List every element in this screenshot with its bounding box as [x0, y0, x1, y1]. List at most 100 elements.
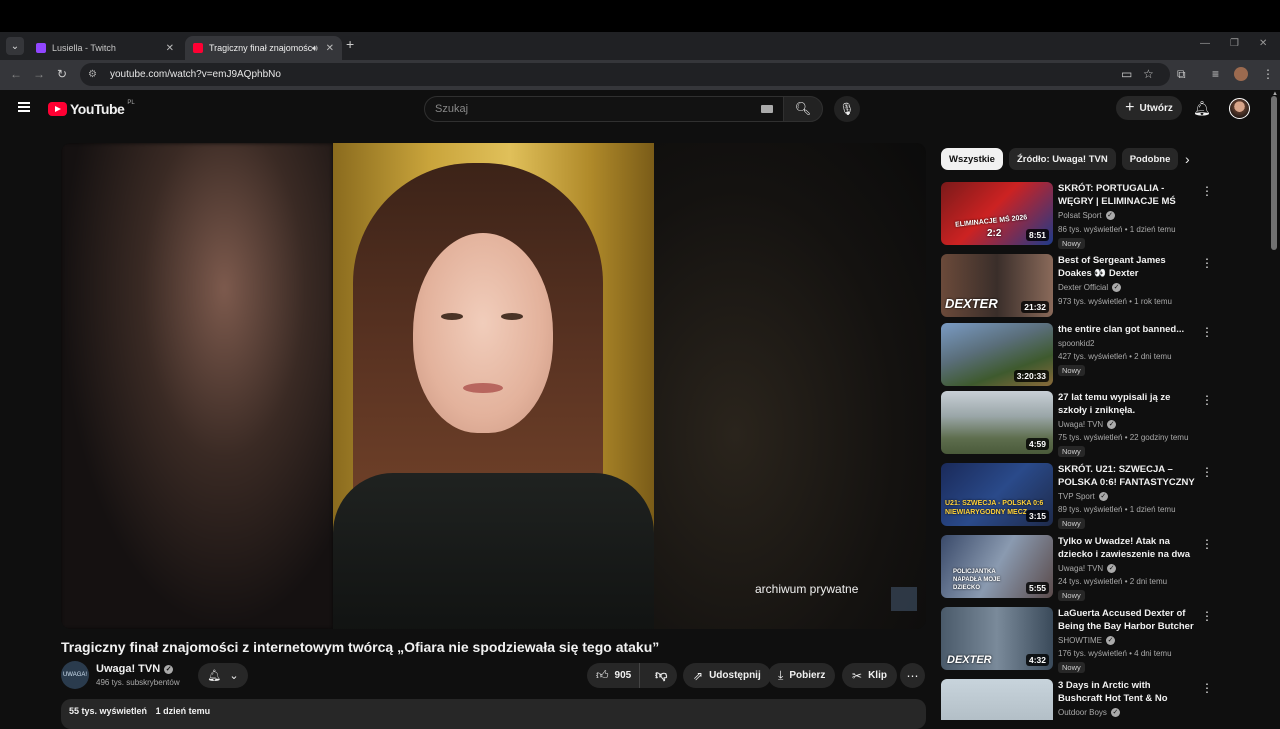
- recommendation-item[interactable]: DEXTER 21:32 Best of Sergeant James Doak…: [941, 254, 1213, 318]
- duration-badge: 5:55: [1025, 582, 1049, 594]
- description-box[interactable]: 55 tys. wyświetleń 1 dzień temu: [61, 699, 926, 729]
- new-tab-button[interactable]: +: [346, 36, 354, 52]
- channel-name[interactable]: Uwaga! TVN ✓: [96, 663, 174, 675]
- clip-label: Klip: [868, 670, 887, 681]
- speaker-icon[interactable]: 🔊︎: [312, 43, 318, 54]
- share-label: Udostępnij: [709, 670, 761, 681]
- browser-tab-youtube[interactable]: Tragiczny finał znajomości z 🔊︎ ✕: [185, 36, 342, 60]
- new-badge: Nowy: [1058, 590, 1085, 601]
- cast-icon[interactable]: ▭: [1121, 67, 1132, 81]
- create-button[interactable]: + Utwórz: [1116, 96, 1182, 120]
- recommendation-title: 27 lat temu wypisali ją ze szkoły i znik…: [1058, 392, 1171, 416]
- recommendation-item[interactable]: U21: SZWECJA - POLSKA 0:6 NIEWIARYGODNY …: [941, 463, 1213, 529]
- duration-badge: 3:20:33: [1013, 370, 1049, 382]
- video-thumbnail[interactable]: 4:59: [941, 391, 1053, 454]
- keyboard-icon[interactable]: [761, 105, 773, 113]
- recommendation-meta: 89 tys. wyświetleń • 1 dzień temu: [1058, 505, 1176, 514]
- recommendation-title: 3 Days in Arctic with Bushcraft Hot Tent…: [1058, 680, 1168, 704]
- extensions-icon[interactable]: ⧉: [1177, 67, 1186, 82]
- recommendation-item[interactable]: 3:20:33 the entire clan got banned... sp…: [941, 323, 1213, 387]
- page-scrollbar-thumb[interactable]: [1271, 96, 1277, 250]
- new-badge: Nowy: [1058, 365, 1085, 376]
- site-settings-icon[interactable]: ⚙: [88, 69, 100, 81]
- browser-tab-twitch[interactable]: Lusiella - Twitch ✕: [28, 36, 182, 60]
- recommendation-title: LaGuerta Accused Dexter of Being the Bay…: [1058, 608, 1194, 632]
- recommendation-item[interactable]: DEXTER 4:32 LaGuerta Accused Dexter of B…: [941, 607, 1213, 673]
- more-vert-icon[interactable]: ⋮: [1201, 184, 1213, 198]
- recommendation-item[interactable]: 3 Days in Arctic with Bushcraft Hot Tent…: [941, 679, 1211, 720]
- video-blurred-background-left: [61, 143, 333, 629]
- filter-chips: Wszystkie Źródło: Uwaga! TVN Podobne: [941, 148, 1179, 170]
- back-icon[interactable]: ←: [10, 67, 22, 81]
- subscription-bell-button[interactable]: 🔔︎ ⌄: [198, 663, 248, 688]
- media-control-icon[interactable]: ≡: [1212, 67, 1219, 81]
- recommendation-channel: TVP Sport ✓: [1058, 492, 1108, 501]
- search-button[interactable]: 🔍︎: [783, 96, 823, 122]
- video-thumbnail[interactable]: POLICJANTKA NAPADŁA MOJE DZIECKO 5:55: [941, 535, 1053, 598]
- recommendation-channel: Polsat Sport ✓: [1058, 211, 1115, 220]
- url-text: youtube.com/watch?v=emJ9AQphbNo: [110, 69, 281, 80]
- recommendation-channel: SHOWTIME ✓: [1058, 636, 1115, 645]
- youtube-logo[interactable]: YouTube PL: [48, 100, 135, 117]
- chip-all[interactable]: Wszystkie: [941, 148, 1003, 170]
- recommendation-item[interactable]: POLICJANTKA NAPADŁA MOJE DZIECKO 5:55 Ty…: [941, 535, 1213, 601]
- tab-title: Lusiella - Twitch: [52, 43, 116, 53]
- verified-icon: ✓: [1112, 283, 1122, 292]
- like-button[interactable]: 👍︎ 905: [587, 663, 640, 688]
- video-player[interactable]: archiwum prywatne: [61, 143, 926, 629]
- profile-avatar[interactable]: [1234, 67, 1248, 81]
- share-button[interactable]: ⇗ Udostępnij: [683, 663, 771, 688]
- tab-title: Tragiczny finał znajomości z: [209, 43, 312, 53]
- bookmark-star-icon[interactable]: ☆: [1143, 67, 1154, 81]
- video-thumbnail[interactable]: U21: SZWECJA - POLSKA 0:6 NIEWIARYGODNY …: [941, 463, 1053, 526]
- create-label: Utwórz: [1139, 102, 1173, 114]
- close-tab-icon[interactable]: ✕: [166, 43, 174, 54]
- view-count: 55 tys. wyświetleń: [69, 706, 148, 716]
- forward-icon[interactable]: →: [33, 67, 45, 81]
- video-thumbnail[interactable]: DEXTER 21:32: [941, 254, 1053, 317]
- more-vert-icon[interactable]: ⋮: [1201, 325, 1213, 339]
- url-field[interactable]: ⚙ youtube.com/watch?v=emJ9AQphbNo: [80, 63, 1170, 86]
- video-thumbnail[interactable]: DEXTER 4:32: [941, 607, 1053, 670]
- dislike-button[interactable]: 👎︎: [646, 663, 677, 688]
- verified-icon: ✓: [1098, 492, 1108, 501]
- video-thumbnail[interactable]: [941, 679, 1053, 720]
- menu-icon[interactable]: [18, 102, 30, 112]
- restore-icon[interactable]: ❐: [1230, 38, 1239, 49]
- recommendation-item[interactable]: 4:59 27 lat temu wypisali ją ze szkoły i…: [941, 391, 1213, 457]
- plus-icon: +: [1125, 99, 1135, 116]
- verified-icon: ✓: [1107, 420, 1117, 429]
- chevron-right-icon[interactable]: ›: [1185, 151, 1190, 167]
- duration-badge: 4:32: [1025, 654, 1049, 666]
- close-tab-icon[interactable]: ✕: [326, 43, 334, 54]
- tab-search-button[interactable]: ⌄: [6, 37, 24, 55]
- voice-search-button[interactable]: 🎙︎: [834, 96, 860, 122]
- duration-badge: 4:59: [1025, 438, 1049, 450]
- more-vert-icon[interactable]: ⋮: [1201, 393, 1213, 407]
- more-vert-icon[interactable]: ⋮: [1201, 465, 1213, 479]
- video-thumbnail[interactable]: ELIMINACJE MŚ 2026 2:2 8:51: [941, 182, 1053, 245]
- more-vert-icon[interactable]: ⋮: [1201, 609, 1213, 623]
- video-thumbnail[interactable]: 3:20:33: [941, 323, 1053, 386]
- account-avatar[interactable]: [1229, 98, 1250, 119]
- notifications-bell-icon[interactable]: 🔔︎: [1193, 100, 1211, 117]
- download-button[interactable]: ⤓ Pobierz: [768, 663, 836, 688]
- chip-related[interactable]: Podobne: [1121, 148, 1179, 170]
- reload-icon[interactable]: ↻: [57, 67, 67, 81]
- new-badge: Nowy: [1058, 662, 1085, 673]
- recommendation-item[interactable]: ELIMINACJE MŚ 2026 2:2 8:51 SKRÓT: PORTU…: [941, 182, 1213, 249]
- minimize-icon[interactable]: —: [1200, 38, 1210, 49]
- duration-badge: 21:32: [1021, 301, 1049, 313]
- channel-watermark[interactable]: [891, 587, 917, 611]
- close-window-icon[interactable]: ✕: [1259, 38, 1267, 49]
- browser-menu-icon[interactable]: ⋮: [1262, 67, 1274, 81]
- search-input[interactable]: Szukaj: [424, 96, 784, 122]
- more-actions-button[interactable]: ⋯: [900, 663, 925, 688]
- chip-source[interactable]: Źródło: Uwaga! TVN: [1008, 148, 1116, 170]
- more-vert-icon[interactable]: ⋮: [1201, 537, 1213, 551]
- channel-avatar[interactable]: UWAGA!: [61, 661, 89, 689]
- new-badge: Nowy: [1058, 446, 1085, 457]
- more-vert-icon[interactable]: ⋮: [1201, 256, 1213, 270]
- more-vert-icon[interactable]: ⋮: [1201, 681, 1211, 695]
- clip-button[interactable]: ✂ Klip: [842, 663, 897, 688]
